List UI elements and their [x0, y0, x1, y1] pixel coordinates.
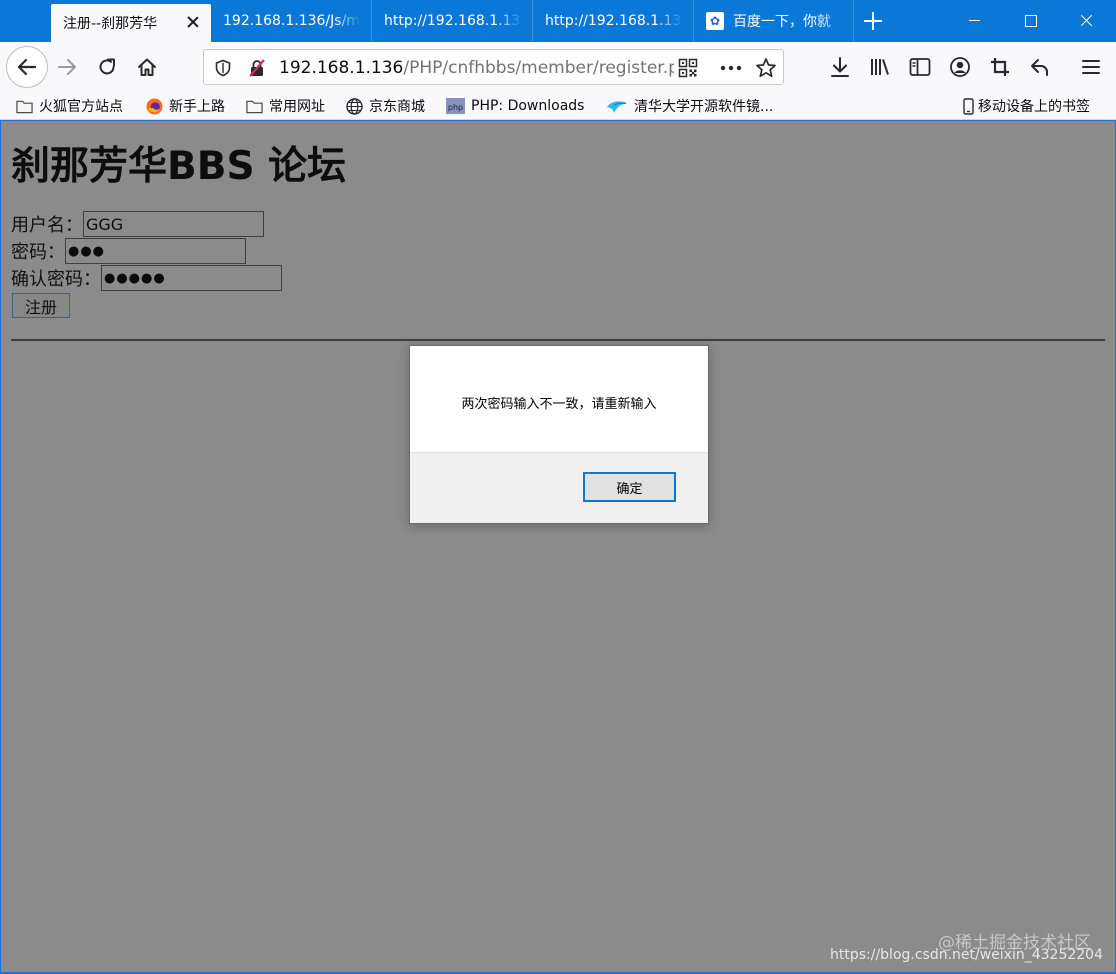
bookmark-php-downloads[interactable]: php PHP: Downloads	[446, 94, 584, 118]
confirm-password-input[interactable]: ●●●●●	[101, 265, 282, 291]
bookmark-label: 火狐官方站点	[39, 99, 123, 115]
bookmark-label: 新手上路	[169, 99, 225, 115]
library-icon[interactable]	[868, 55, 892, 79]
tab-label: 百度一下，你就	[733, 14, 831, 30]
confirm-password-row: 确认密码： ●●●●●	[11, 265, 282, 291]
address-bar[interactable]: 192.168.1.136/PHP/cnfhbbs/member/registe…	[203, 49, 784, 85]
minimize-icon[interactable]	[946, 0, 1002, 42]
tab-label: 注册--刹那芳华	[63, 16, 158, 32]
tab-label: http://192.168.1.13	[545, 13, 682, 29]
close-tab-icon[interactable]	[185, 14, 201, 30]
download-icon[interactable]	[828, 55, 852, 79]
watermark-url: https://blog.csdn.net/weixin_43252204	[829, 947, 1103, 963]
password-row: 密码： ●●●	[11, 238, 246, 264]
forward-button[interactable]	[47, 47, 87, 87]
bookmark-label: 常用网址	[269, 99, 325, 115]
back-button[interactable]	[6, 46, 48, 88]
bookmarks-toolbar: 火狐官方站点 新手上路 常用网址 京东商城 php PHP: Downloads…	[0, 92, 1116, 120]
password-label: 密码：	[11, 242, 65, 263]
svg-text:php: php	[448, 103, 463, 112]
globe-icon	[346, 97, 363, 115]
url-host: 192.168.1.136	[279, 58, 404, 78]
tab-js[interactable]: 192.168.1.136/Js/m	[211, 0, 372, 42]
undo-arrow-icon[interactable]	[1028, 55, 1052, 79]
firefox-icon	[146, 98, 163, 115]
username-label: 用户名：	[11, 215, 83, 236]
php-icon: php	[446, 98, 465, 115]
bookmark-label: PHP: Downloads	[471, 98, 585, 114]
reload-button[interactable]	[87, 47, 127, 87]
tab-strip: 注册--刹那芳华 192.168.1.136/Js/m http://192.1…	[0, 0, 1116, 42]
dialog-body: 两次密码输入不一致，请重新输入	[410, 346, 708, 453]
username-row: 用户名：	[11, 211, 264, 237]
shield-icon[interactable]	[212, 57, 234, 79]
page-viewport: 刹那芳华BBS 论坛 用户名： 密码： ●●● 确认密码： ●●●●● 注册 两…	[1, 121, 1115, 972]
dialog-ok-button[interactable]: 确定	[583, 472, 676, 502]
page-actions-icon[interactable]	[720, 57, 742, 79]
horizontal-rule	[11, 339, 1105, 341]
tab-label: 192.168.1.136/Js/m	[223, 13, 360, 29]
url-path: /PHP/cnfhbbs/member/register.php	[403, 58, 674, 78]
bookmark-jd[interactable]: 京东商城	[346, 94, 425, 118]
navigation-toolbar: 192.168.1.136/PHP/cnfhbbs/member/registe…	[0, 42, 1116, 92]
back-arrow-icon	[17, 58, 37, 76]
dialog-message: 两次密码输入不一致，请重新输入	[461, 397, 657, 412]
mobile-device-icon	[962, 97, 974, 115]
bookmark-firefox-official[interactable]: 火狐官方站点	[16, 94, 123, 118]
baidu-paw-icon: ✿	[706, 12, 724, 30]
confirm-password-label: 确认密码：	[11, 269, 101, 290]
folder-icon	[246, 98, 263, 115]
tuna-icon	[606, 98, 628, 115]
page-title: 刹那芳华BBS 论坛	[11, 144, 347, 189]
bookmark-label: 清华大学开源软件镜...	[634, 99, 774, 115]
register-submit-button[interactable]: 注册	[12, 293, 70, 318]
username-input[interactable]	[83, 211, 264, 237]
tab-http-2[interactable]: http://192.168.1.13	[533, 0, 694, 42]
reload-icon	[99, 58, 115, 75]
bookmark-label: 移动设备上的书签	[978, 99, 1090, 115]
screenshot-crop-icon[interactable]	[988, 55, 1012, 79]
account-icon[interactable]	[948, 55, 972, 79]
window-close-icon[interactable]	[1058, 0, 1114, 42]
home-button[interactable]	[127, 47, 167, 87]
tab-label: http://192.168.1.13	[384, 13, 521, 29]
insecure-lock-icon[interactable]	[246, 57, 268, 79]
qr-code-icon[interactable]	[677, 57, 699, 79]
bookmark-getting-started[interactable]: 新手上路	[146, 94, 225, 118]
folder-icon	[16, 98, 33, 115]
url-text[interactable]: 192.168.1.136/PHP/cnfhbbs/member/registe…	[279, 58, 674, 78]
confirm-password-mask: ●●●●●	[104, 270, 166, 286]
home-icon	[138, 58, 156, 76]
mobile-bookmarks[interactable]: 移动设备上的书签	[962, 94, 1090, 118]
forward-arrow-icon	[58, 59, 76, 75]
maximize-icon[interactable]	[1002, 0, 1058, 42]
sidebar-icon[interactable]	[908, 55, 932, 79]
password-input[interactable]: ●●●	[65, 238, 246, 264]
tab-http-1[interactable]: http://192.168.1.13	[372, 0, 533, 42]
tab-register[interactable]: 注册--刹那芳华	[51, 4, 211, 42]
bookmark-star-icon[interactable]	[755, 57, 777, 79]
bookmark-label: 京东商城	[369, 99, 425, 115]
bookmark-tuna-mirror[interactable]: 清华大学开源软件镜...	[606, 94, 773, 118]
alert-dialog: 两次密码输入不一致，请重新输入 确定	[409, 345, 709, 524]
hamburger-menu-icon[interactable]	[1079, 55, 1103, 79]
new-tab-plus-icon[interactable]	[858, 8, 888, 34]
bookmark-common-sites[interactable]: 常用网址	[246, 94, 325, 118]
password-mask: ●●●	[68, 243, 106, 259]
tab-baidu[interactable]: ✿ 百度一下，你就	[694, 0, 854, 42]
